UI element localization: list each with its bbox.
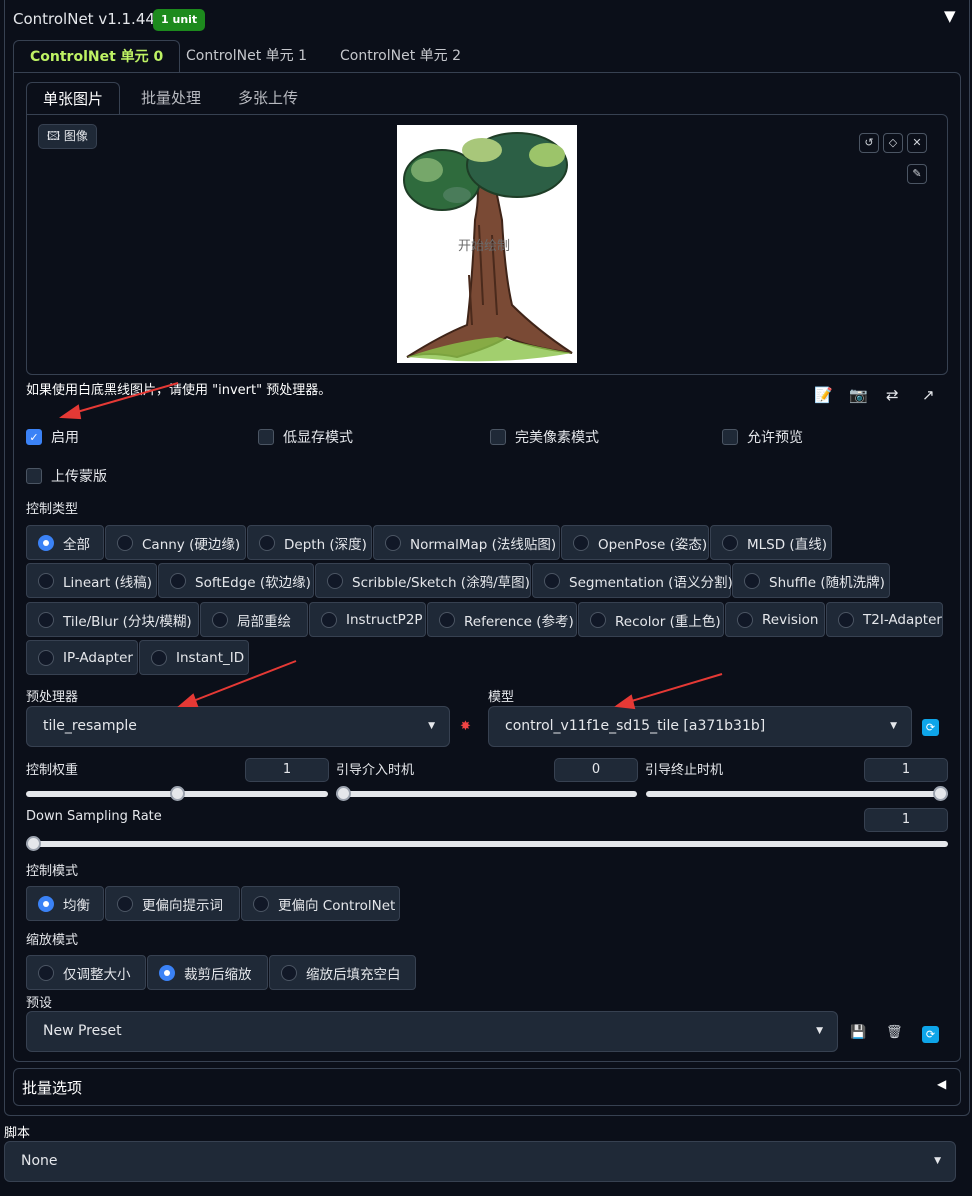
- annotation-arrows: [59, 382, 723, 710]
